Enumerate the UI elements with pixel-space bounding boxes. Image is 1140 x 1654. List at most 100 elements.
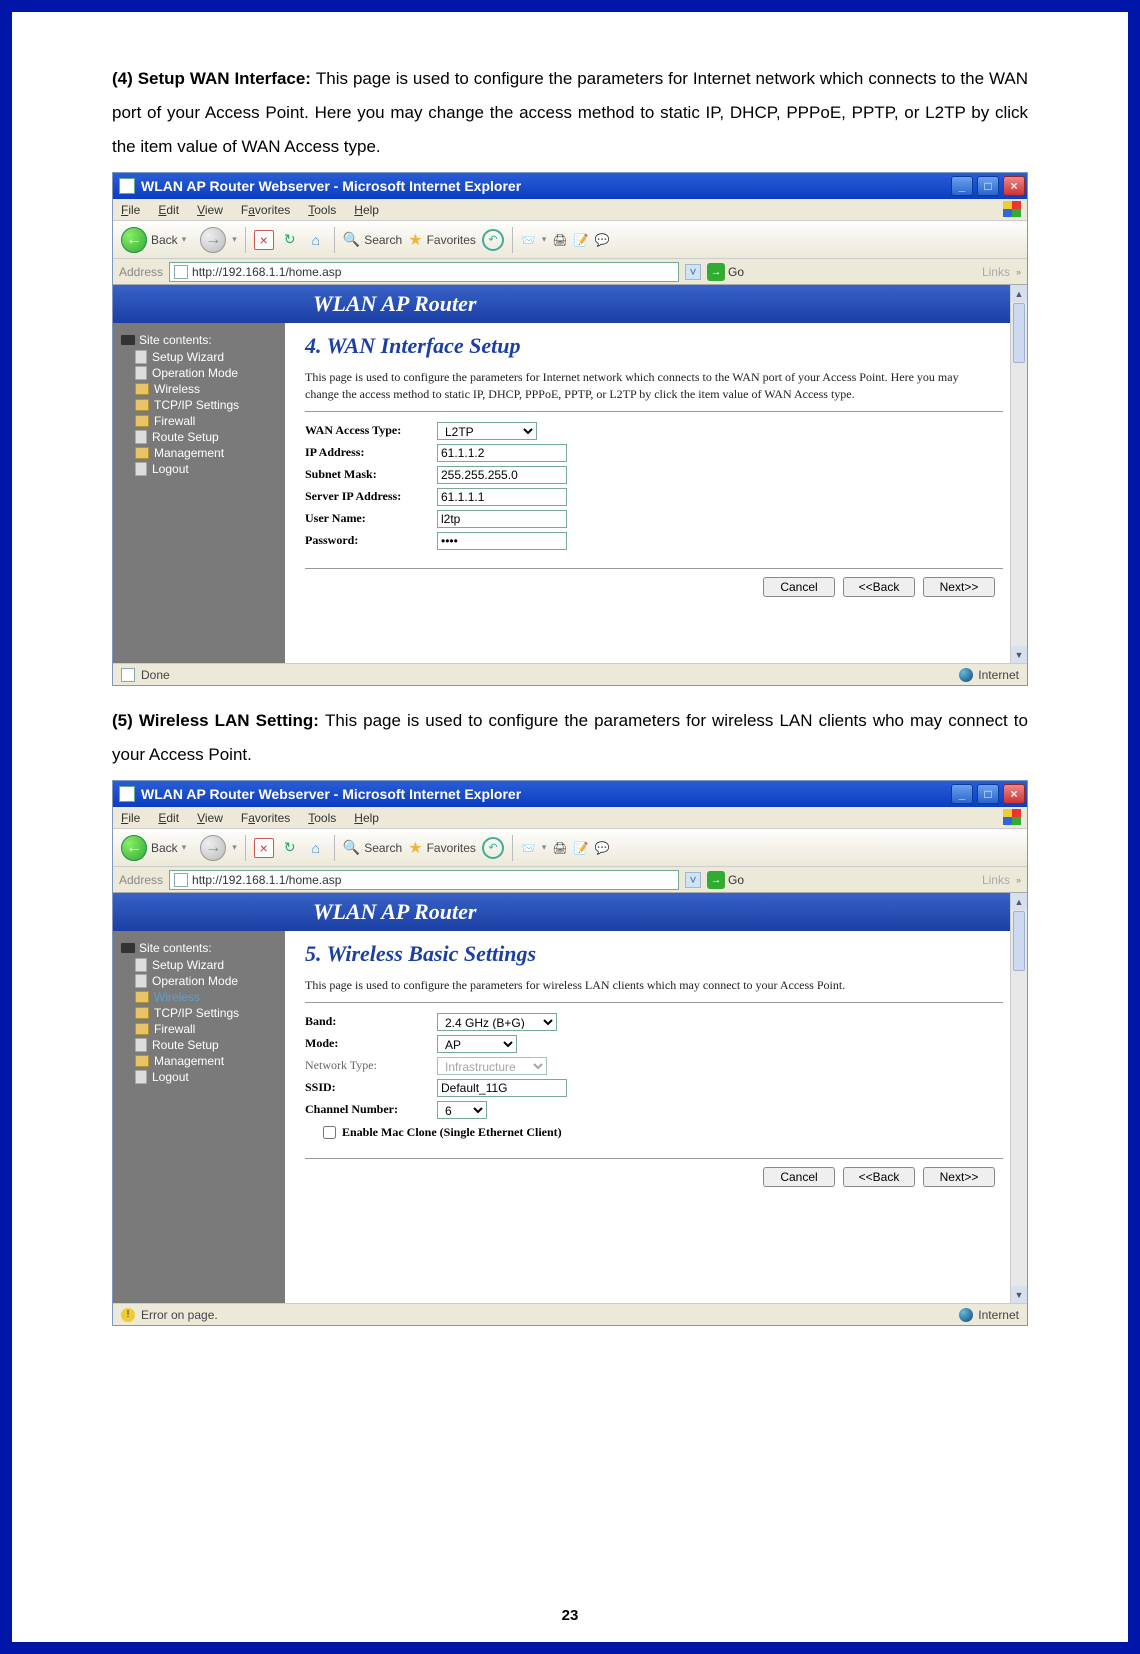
menu-help[interactable]: Help <box>354 811 379 825</box>
maximize-icon[interactable]: □ <box>977 784 999 804</box>
search-button[interactable]: Search <box>343 839 402 856</box>
next-button[interactable]: Next>> <box>923 577 995 597</box>
refresh-icon[interactable]: ↻ <box>280 838 300 858</box>
sidebar-item-tcpip[interactable]: TCP/IP Settings <box>135 1006 277 1020</box>
print-icon[interactable] <box>552 233 567 247</box>
favorites-button[interactable]: Favorites <box>408 838 476 858</box>
scrollbar[interactable]: ▲ ▼ <box>1010 893 1027 1303</box>
sidebar-item-management[interactable]: Management <box>135 446 277 460</box>
menu-help[interactable]: Help <box>354 203 379 217</box>
sidebar-item-route-setup[interactable]: Route Setup <box>135 430 277 444</box>
mail-icon[interactable] <box>521 841 536 855</box>
edit-icon[interactable]: 📝 <box>574 233 589 247</box>
menu-file[interactable]: File <box>121 811 140 825</box>
next-button[interactable]: Next>> <box>923 1167 995 1187</box>
sidebar-item-setup-wizard[interactable]: Setup Wizard <box>135 958 277 972</box>
refresh-icon[interactable]: ↻ <box>280 230 300 250</box>
favorites-button[interactable]: Favorites <box>408 230 476 250</box>
go-button[interactable]: → Go <box>707 871 744 889</box>
status-page-icon <box>121 668 135 682</box>
minimize-icon[interactable]: _ <box>951 784 973 804</box>
back-arrow-icon: ← <box>121 835 147 861</box>
address-dropdown-icon[interactable]: ˅ <box>685 872 701 888</box>
maximize-icon[interactable]: □ <box>977 176 999 196</box>
print-icon[interactable] <box>552 841 567 855</box>
sidebar: Site contents: Setup Wizard Operation Mo… <box>113 323 285 663</box>
windows-flag-icon <box>1003 809 1021 825</box>
menu-view[interactable]: View <box>197 203 223 217</box>
minimize-icon[interactable]: _ <box>951 176 973 196</box>
cancel-button[interactable]: Cancel <box>763 1167 835 1187</box>
menu-tools[interactable]: Tools <box>308 203 336 217</box>
user-input[interactable] <box>437 510 567 528</box>
menu-favorites[interactable]: Favorites <box>241 203 290 217</box>
back-button[interactable]: <<Back <box>843 1167 915 1187</box>
status-text: Done <box>141 668 170 682</box>
sidebar-item-management[interactable]: Management <box>135 1054 277 1068</box>
mail-icon[interactable] <box>521 233 536 247</box>
ssid-input[interactable] <box>437 1079 567 1097</box>
sidebar-item-firewall[interactable]: Firewall <box>135 414 277 428</box>
history-icon[interactable]: ↶ <box>482 837 504 859</box>
scroll-thumb[interactable] <box>1013 303 1025 363</box>
wan-type-select[interactable]: L2TP <box>437 422 537 440</box>
address-input[interactable]: http://192.168.1.1/home.asp <box>169 262 679 282</box>
close-icon[interactable]: × <box>1003 176 1025 196</box>
macclone-checkbox[interactable] <box>323 1126 336 1139</box>
ip-input[interactable] <box>437 444 567 462</box>
discuss-icon[interactable]: 💬 <box>595 841 610 855</box>
menu-file[interactable]: File <box>121 203 140 217</box>
stop-icon[interactable]: × <box>254 838 274 858</box>
mode-select[interactable]: AP <box>437 1035 517 1053</box>
sidebar-item-operation-mode[interactable]: Operation Mode <box>135 974 277 988</box>
pass-label: Password: <box>305 533 437 548</box>
stop-icon[interactable]: × <box>254 230 274 250</box>
back-button[interactable]: <<Back <box>843 577 915 597</box>
search-button[interactable]: Search <box>343 231 402 248</box>
sidebar-item-logout[interactable]: Logout <box>135 462 277 476</box>
sidebar-item-setup-wizard[interactable]: Setup Wizard <box>135 350 277 364</box>
pass-input[interactable] <box>437 532 567 550</box>
sidebar-item-logout[interactable]: Logout <box>135 1070 277 1084</box>
forward-button[interactable]: → <box>200 835 226 861</box>
sidebar-item-route-setup[interactable]: Route Setup <box>135 1038 277 1052</box>
address-input[interactable]: http://192.168.1.1/home.asp <box>169 870 679 890</box>
home-icon[interactable]: ⌂ <box>306 838 326 858</box>
ie-titlebar[interactable]: WLAN AP Router Webserver - Microsoft Int… <box>113 173 1027 199</box>
back-button[interactable]: ← Back ▾ <box>119 833 194 863</box>
address-dropdown-icon[interactable]: ˅ <box>685 264 701 280</box>
menu-view[interactable]: View <box>197 811 223 825</box>
ie-titlebar[interactable]: WLAN AP Router Webserver - Microsoft Int… <box>113 781 1027 807</box>
menu-edit[interactable]: Edit <box>158 811 179 825</box>
sidebar-item-tcpip[interactable]: TCP/IP Settings <box>135 398 277 412</box>
ie-window-2: WLAN AP Router Webserver - Microsoft Int… <box>112 780 1028 1326</box>
sidebar-item-operation-mode[interactable]: Operation Mode <box>135 366 277 380</box>
scrollbar[interactable]: ▲ ▼ <box>1010 285 1027 663</box>
scroll-down-icon[interactable]: ▼ <box>1011 1286 1027 1303</box>
back-button[interactable]: ← Back ▾ <box>119 225 194 255</box>
scroll-up-icon[interactable]: ▲ <box>1011 285 1027 302</box>
go-button[interactable]: → Go <box>707 263 744 281</box>
close-icon[interactable]: × <box>1003 784 1025 804</box>
band-select[interactable]: 2.4 GHz (B+G) <box>437 1013 557 1031</box>
sidebar-item-firewall[interactable]: Firewall <box>135 1022 277 1036</box>
menu-edit[interactable]: Edit <box>158 203 179 217</box>
menu-tools[interactable]: Tools <box>308 811 336 825</box>
links-label[interactable]: Links <box>982 265 1010 279</box>
menu-favorites[interactable]: Favorites <box>241 811 290 825</box>
home-icon[interactable]: ⌂ <box>306 230 326 250</box>
scroll-down-icon[interactable]: ▼ <box>1011 646 1027 663</box>
scroll-up-icon[interactable]: ▲ <box>1011 893 1027 910</box>
cancel-button[interactable]: Cancel <box>763 577 835 597</box>
channel-select[interactable]: 6 <box>437 1101 487 1119</box>
server-ip-input[interactable] <box>437 488 567 506</box>
discuss-icon[interactable]: 💬 <box>595 233 610 247</box>
scroll-thumb[interactable] <box>1013 911 1025 971</box>
sidebar-item-wireless[interactable]: Wireless <box>135 382 277 396</box>
history-icon[interactable]: ↶ <box>482 229 504 251</box>
sidebar-item-wireless[interactable]: Wireless <box>135 990 277 1004</box>
forward-button[interactable]: → <box>200 227 226 253</box>
edit-icon[interactable]: 📝 <box>574 841 589 855</box>
links-label[interactable]: Links <box>982 873 1010 887</box>
subnet-input[interactable] <box>437 466 567 484</box>
